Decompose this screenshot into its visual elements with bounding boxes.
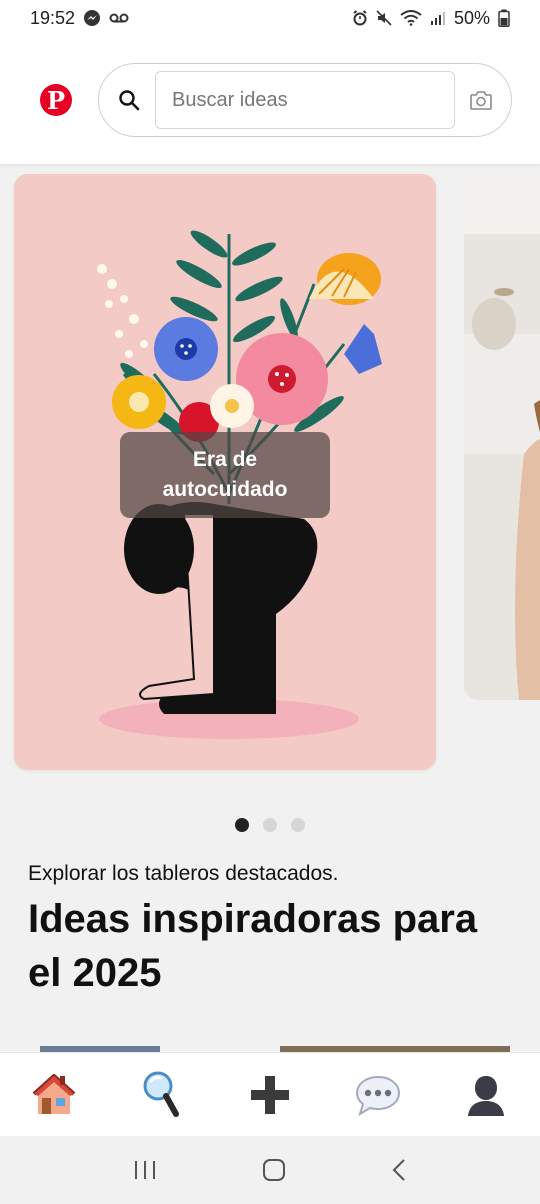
section-subtitle: Explorar los tableros destacados. xyxy=(28,862,339,885)
nav-search[interactable] xyxy=(135,1068,189,1122)
search-bar[interactable] xyxy=(98,63,512,137)
status-right: 50% xyxy=(352,8,510,29)
signal-icon xyxy=(430,12,445,25)
pinterest-logo-letter: P xyxy=(46,85,66,115)
nav-messages[interactable] xyxy=(351,1068,405,1122)
carousel-dots xyxy=(0,818,540,834)
home-icon xyxy=(32,1073,76,1114)
nav-home[interactable] xyxy=(27,1068,81,1122)
card-title: Era de autocuidado xyxy=(162,448,288,501)
section-title: Ideas inspiradoras para el 2025 xyxy=(28,897,478,995)
camera-icon[interactable] xyxy=(469,89,493,111)
carousel-dot[interactable] xyxy=(263,818,277,832)
back-icon[interactable] xyxy=(391,1158,407,1182)
search-input[interactable] xyxy=(155,71,455,129)
alarm-icon xyxy=(353,10,367,26)
recent-apps-icon[interactable] xyxy=(133,1159,157,1181)
bottom-navigation xyxy=(0,1052,540,1136)
carousel-dot[interactable] xyxy=(291,818,305,832)
home-button-icon[interactable] xyxy=(262,1158,286,1182)
status-bar: 19:52 50% xyxy=(0,0,540,36)
featured-carousel[interactable]: Era de autocuidado xyxy=(0,174,540,774)
status-time: 19:52 xyxy=(30,7,76,28)
carousel-card[interactable]: Era de autocuidado xyxy=(14,174,436,770)
carousel-next-card[interactable] xyxy=(464,174,540,700)
next-card-image xyxy=(464,174,540,700)
voicemail-icon xyxy=(109,13,129,23)
search-icon xyxy=(143,1071,179,1117)
search-icon xyxy=(119,90,140,111)
plus-icon xyxy=(251,1075,289,1114)
carousel-dot-active[interactable] xyxy=(235,818,249,832)
profile-icon xyxy=(468,1075,504,1116)
mute-icon xyxy=(376,10,392,26)
messages-icon xyxy=(355,1075,401,1116)
nav-profile[interactable] xyxy=(459,1068,513,1122)
status-left: 19:52 xyxy=(30,8,129,29)
battery-percent: 50% xyxy=(453,7,490,28)
system-navigation xyxy=(0,1136,540,1204)
messenger-icon xyxy=(84,10,101,26)
app-header: P xyxy=(0,36,540,164)
card-title-overlay: Era de autocuidado xyxy=(120,432,330,518)
wifi-icon xyxy=(400,10,422,26)
pinterest-logo[interactable]: P xyxy=(40,84,72,116)
nav-create[interactable] xyxy=(243,1068,297,1122)
battery-icon xyxy=(498,9,510,27)
